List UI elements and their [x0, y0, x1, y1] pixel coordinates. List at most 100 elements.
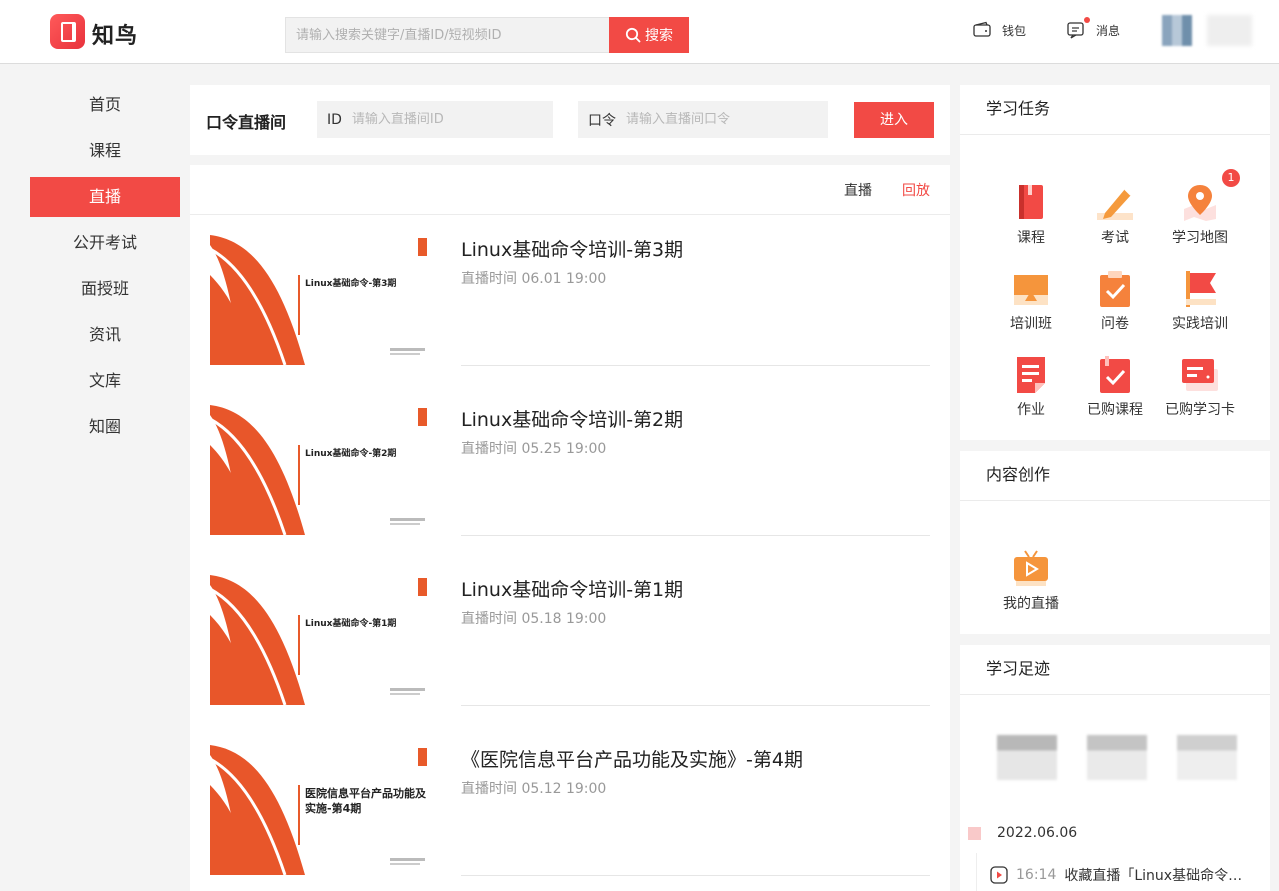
- task-courses[interactable]: 课程: [991, 183, 1071, 247]
- enter-button[interactable]: 进入: [854, 102, 934, 138]
- message-label: 消息: [1096, 23, 1121, 38]
- live-time: 直播时间 05.25 19:00: [461, 441, 607, 457]
- message-unread-dot: [1084, 17, 1090, 23]
- task-questionnaire[interactable]: 问卷: [1075, 269, 1155, 333]
- live-thumbnail[interactable]: Linux基础命令-第3期: [210, 235, 430, 365]
- search-button[interactable]: 搜索: [609, 17, 689, 53]
- logo-text[interactable]: 知鸟: [92, 18, 138, 50]
- clipboard-check-icon: [1095, 269, 1135, 309]
- pencil-icon: [1095, 183, 1135, 223]
- nav-item-home[interactable]: 首页: [30, 82, 180, 128]
- username[interactable]: [1207, 15, 1252, 46]
- message-button[interactable]: 消息: [1066, 17, 1121, 40]
- task-purchased-courses[interactable]: 已购课程: [1075, 355, 1155, 419]
- footprint-text: 收藏直播「Linux基础命令培训-第3期」: [1064, 868, 1254, 884]
- thumbnail-title: Linux基础命令-第3期: [305, 279, 397, 289]
- footprint-thumbnail[interactable]: [1087, 735, 1147, 780]
- footprint-thumbnail[interactable]: [997, 735, 1057, 780]
- learning-tasks-panel: 学习任务 课程 考试 1 学习地图 培训班 问卷 实践培训 作业 已购课程 已购…: [960, 85, 1270, 440]
- card-icon: [1180, 355, 1220, 395]
- room-id-input[interactable]: [351, 112, 542, 127]
- flag-icon: [1180, 269, 1220, 309]
- live-thumbnail[interactable]: 医院信息平台产品功能及实施-第4期: [210, 745, 430, 875]
- tv-play-icon: [1011, 549, 1051, 589]
- footprint-thumbnail[interactable]: [1177, 735, 1237, 780]
- wallet-button[interactable]: 钱包: [972, 20, 1026, 40]
- nav-item-library[interactable]: 文库: [30, 358, 180, 404]
- tab-replay[interactable]: 回放: [902, 180, 930, 200]
- thumbnail-divider: [298, 615, 300, 675]
- room-code-field: 口令: [578, 101, 828, 138]
- task-purchased-cards[interactable]: 已购学习卡: [1160, 355, 1240, 419]
- search-input[interactable]: [285, 17, 609, 53]
- live-title[interactable]: Linux基础命令培训-第2期: [461, 405, 683, 432]
- top-header: 知鸟 搜索 钱包 消息: [0, 0, 1279, 64]
- timeline-line: [976, 853, 977, 891]
- map-pin-icon: 1: [1180, 169, 1240, 223]
- live-title[interactable]: Linux基础命令培训-第1期: [461, 575, 683, 602]
- live-list-item[interactable]: Linux基础命令-第1期 Linux基础命令培训-第1期 直播时间 05.18…: [210, 575, 930, 706]
- task-label: 已购课程: [1087, 402, 1143, 418]
- thumbnail-footer: [390, 863, 420, 865]
- tab-live[interactable]: 直播: [844, 180, 872, 200]
- divider: [461, 365, 930, 366]
- divider: [461, 705, 930, 706]
- live-thumbnail[interactable]: Linux基础命令-第2期: [210, 405, 430, 535]
- search-button-label: 搜索: [645, 28, 673, 44]
- learning-footprint-title: 学习足迹: [960, 645, 1270, 695]
- live-time: 直播时间 05.18 19:00: [461, 611, 607, 627]
- notification-badge: 1: [1222, 169, 1240, 187]
- live-list-item[interactable]: Linux基础命令-第3期 Linux基础命令培训-第3期 直播时间 06.01…: [210, 235, 930, 366]
- task-exams[interactable]: 考试: [1075, 183, 1155, 247]
- footprint-entry[interactable]: 16:14 收藏直播「Linux基础命令培训-第3期」: [990, 865, 1254, 885]
- task-label: 已购学习卡: [1165, 402, 1235, 418]
- live-list-panel: 直播 回放 Linux基础命令-第3期 Linux基础命令培训-第3期 直播时间…: [190, 165, 950, 891]
- thumbnail-divider: [298, 445, 300, 505]
- live-list-item[interactable]: 医院信息平台产品功能及实施-第4期 《医院信息平台产品功能及实施》-第4期 直播…: [210, 745, 930, 876]
- nav-item-classroom[interactable]: 面授班: [30, 266, 180, 312]
- room-id-field: ID: [317, 101, 553, 138]
- nav-item-courses[interactable]: 课程: [30, 128, 180, 174]
- task-label: 培训班: [1010, 316, 1052, 332]
- live-title[interactable]: Linux基础命令培训-第3期: [461, 235, 683, 262]
- thumbnail-divider: [298, 785, 300, 845]
- live-thumbnail[interactable]: Linux基础命令-第1期: [210, 575, 430, 705]
- thumbnail-footer: [390, 518, 425, 521]
- task-label: 作业: [1017, 402, 1045, 418]
- thumbnail-divider: [298, 275, 300, 335]
- thumbnail-swoosh: [210, 235, 305, 365]
- thumbnail-title: Linux基础命令-第1期: [305, 619, 397, 629]
- play-circle-icon: [990, 866, 1008, 884]
- task-practice-training[interactable]: 实践培训: [1160, 269, 1240, 333]
- task-label: 实践培训: [1172, 316, 1228, 332]
- thumbnail-footer: [390, 858, 425, 861]
- thumbnail-footer: [390, 348, 425, 351]
- thumbnail-stamp: [418, 578, 427, 596]
- task-training-class[interactable]: 培训班: [991, 269, 1071, 333]
- logo-icon[interactable]: [50, 14, 85, 49]
- thumbnail-stamp: [418, 408, 427, 426]
- live-title[interactable]: 《医院信息平台产品功能及实施》-第4期: [461, 745, 803, 772]
- my-live-button[interactable]: 我的直播: [991, 549, 1071, 613]
- message-icon: [1067, 22, 1084, 39]
- wallet-icon: [973, 21, 991, 37]
- board-icon: [1011, 269, 1051, 309]
- nav-item-live[interactable]: 直播: [30, 177, 180, 217]
- nav-item-circle[interactable]: 知圈: [30, 404, 180, 450]
- task-homework[interactable]: 作业: [991, 355, 1071, 419]
- task-learning-map[interactable]: 1 学习地图: [1160, 169, 1240, 247]
- task-label: 考试: [1101, 230, 1129, 246]
- nav-item-public-exam[interactable]: 公开考试: [30, 220, 180, 266]
- avatar[interactable]: [1162, 15, 1192, 46]
- timeline-dot: [968, 827, 981, 840]
- nav-item-news[interactable]: 资讯: [30, 312, 180, 358]
- thumbnail-stamp: [418, 238, 427, 256]
- live-list-item[interactable]: Linux基础命令-第2期 Linux基础命令培训-第2期 直播时间 05.25…: [210, 405, 930, 536]
- room-code-input[interactable]: [626, 112, 816, 127]
- password-live-room-panel: 口令直播间 ID 口令 进入: [190, 85, 950, 155]
- thumbnail-title: Linux基础命令-第2期: [305, 449, 397, 459]
- task-label: 课程: [1017, 230, 1045, 246]
- learning-tasks-title: 学习任务: [960, 85, 1270, 135]
- my-live-label: 我的直播: [1003, 596, 1059, 612]
- task-label: 学习地图: [1172, 230, 1228, 246]
